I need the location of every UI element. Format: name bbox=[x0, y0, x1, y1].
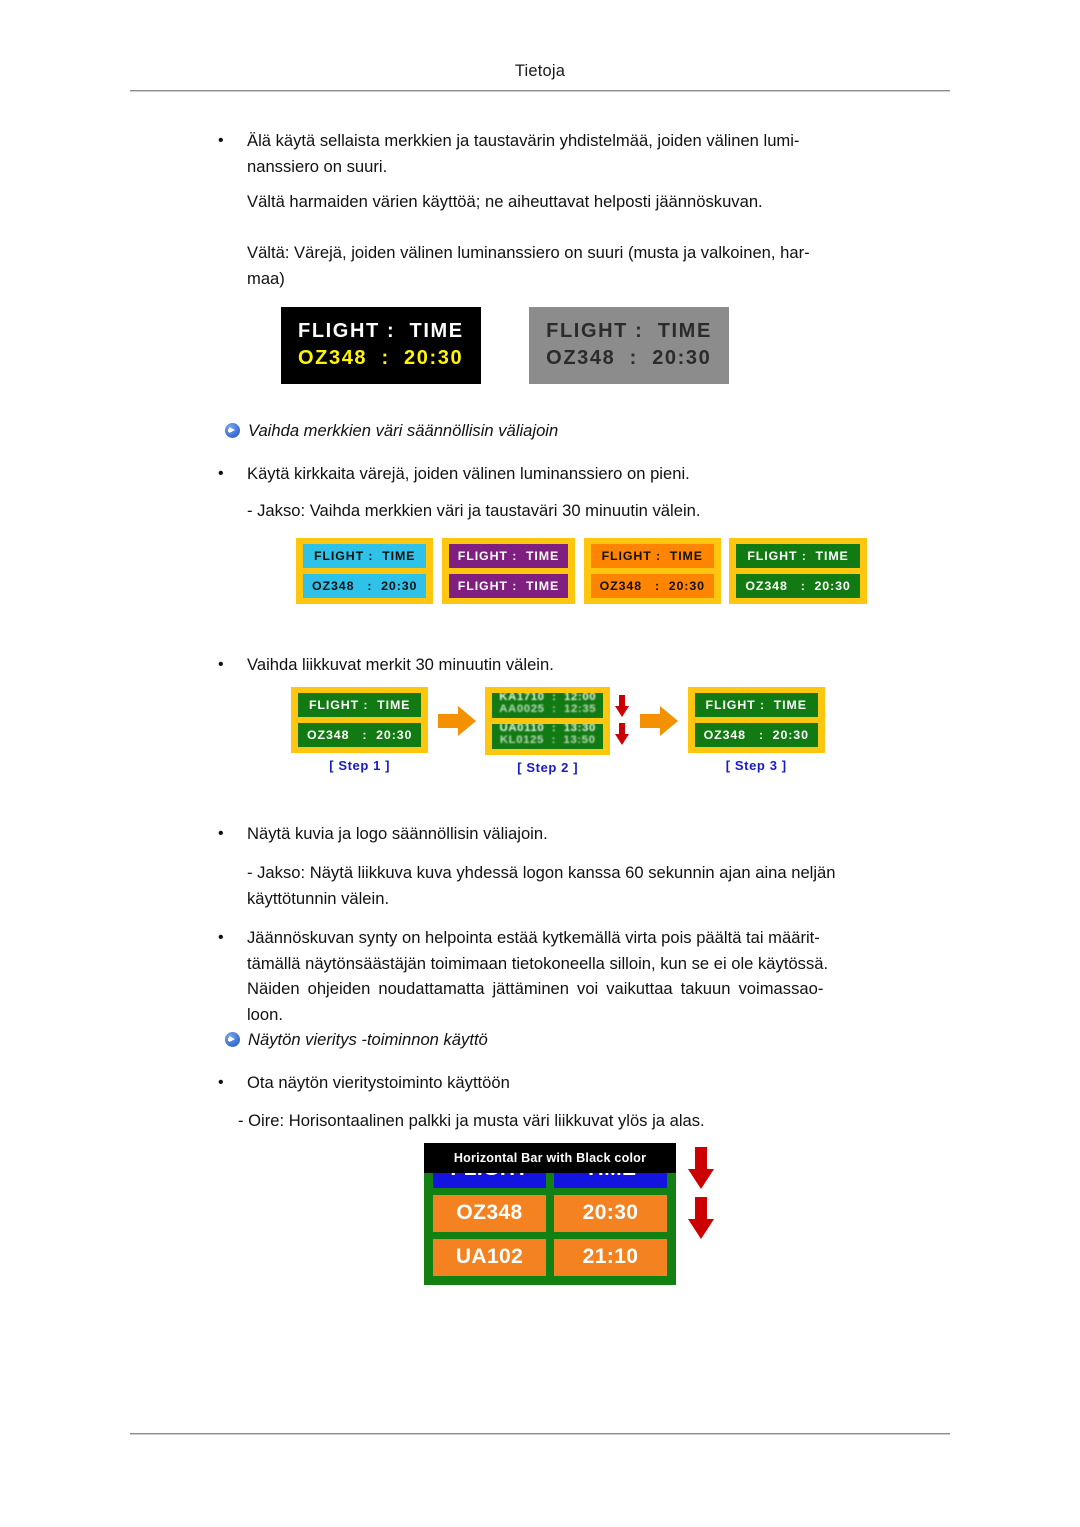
paragraph-1: Älä käytä sellaista merkkien ja taustavä… bbox=[247, 128, 902, 179]
paragraph-9-line-4: loon. bbox=[247, 1004, 283, 1024]
paragraph-4: Käytä kirkkaita värejä, joiden välinen l… bbox=[247, 464, 690, 483]
panel-cyan-row-2: OZ348 : 20:30 bbox=[303, 574, 427, 598]
step-2-scroll-top-line-2: AA0025 : 12:35 bbox=[499, 702, 597, 715]
step-3-panel: FLIGHT : TIME OZ348 : 20:30 bbox=[687, 687, 825, 753]
display-gray-row-data: OZ348 : 20:30 bbox=[546, 347, 712, 369]
paragraph-3-line-1: Vältä: Värejä, joiden välinen luminanssi… bbox=[247, 243, 810, 262]
step-3-group: FLIGHT : TIME OZ348 : 20:30 [ Step 3 ] bbox=[687, 687, 825, 773]
display-gray-row-header: FLIGHT : TIME bbox=[546, 320, 712, 342]
paragraph-5: - Jakso: Vaihda merkkien väri ja taustav… bbox=[247, 501, 701, 520]
red-scroll-arrows-group bbox=[614, 695, 631, 751]
page-header-title: Tietoja bbox=[514, 62, 566, 80]
bullet-marker: • bbox=[218, 825, 224, 842]
step-3-row-1: FLIGHT : TIME bbox=[694, 693, 818, 717]
flight-board-row: OZ348 20:30 bbox=[433, 1195, 667, 1232]
step-2-scroll-bottom-line-2: KL0125 : 13:50 bbox=[499, 733, 596, 746]
paragraph-2: Vältä harmaiden värien käyttöä; ne aiheu… bbox=[247, 192, 763, 211]
panel-cyan-row-1: FLIGHT : TIME bbox=[303, 544, 427, 568]
step-3-label: [ Step 3 ] bbox=[725, 758, 787, 773]
step-2-label: [ Step 2 ] bbox=[517, 760, 579, 775]
header-divider bbox=[130, 90, 950, 92]
step-1-row-1: FLIGHT : TIME bbox=[298, 693, 422, 717]
paragraph-11: - Oire: Horisontaalinen palkki ja musta … bbox=[238, 1111, 705, 1130]
horizontal-black-bar-label: Horizontal Bar with Black color bbox=[424, 1143, 676, 1173]
panel-green-row-1: FLIGHT : TIME bbox=[736, 544, 860, 568]
footer-divider bbox=[130, 1433, 950, 1435]
orange-arrow-right-icon bbox=[437, 706, 476, 736]
display-panel-black: FLIGHT : TIME OZ348 : 20:30 bbox=[281, 307, 481, 384]
flight-board-row-1-flight: OZ348 bbox=[433, 1195, 546, 1232]
bullet-marker: • bbox=[218, 132, 224, 149]
step-2-scroll-top: KA1710 : 12:00 AA0025 : 12:35 bbox=[492, 693, 604, 718]
step-2-scroll-bottom-line-1: UA0110 : 13:30 bbox=[499, 724, 596, 734]
paragraph-9: Jäännöskuvan synty on helpointa estää ky… bbox=[247, 925, 903, 1027]
paragraph-8: - Jakso: Näytä liikkuva kuva yhdessä log… bbox=[247, 860, 932, 911]
bullet-marker: • bbox=[218, 656, 224, 673]
paragraph-1-line-1: Älä käytä sellaista merkkien ja taustavä… bbox=[247, 131, 800, 150]
step-2-scroll-bottom: UA0110 : 13:30 KL0125 : 13:50 bbox=[492, 724, 604, 749]
display-black-row-header: FLIGHT : TIME bbox=[298, 320, 464, 342]
step-1-panel: FLIGHT : TIME OZ348 : 20:30 bbox=[291, 687, 429, 753]
flight-board-row-2-flight: UA102 bbox=[433, 1239, 546, 1276]
step-3-row-2: OZ348 : 20:30 bbox=[694, 723, 818, 747]
red-arrow-down-icon bbox=[688, 1147, 715, 1189]
flight-board-row-1-time: 20:30 bbox=[554, 1195, 667, 1232]
flight-board: FLIGHT TIME OZ348 20:30 UA102 21:10 Hori… bbox=[424, 1143, 676, 1285]
panel-purple-row-2: FLIGHT : TIME bbox=[448, 574, 569, 598]
paragraph-3: Vältä: Värejä, joiden välinen luminanssi… bbox=[247, 240, 902, 291]
section-heading-2: Näytön vieritys -toiminnon käyttö bbox=[248, 1030, 488, 1049]
paragraph-9-line-2: tämällä näytönsäästäjän toimimaan tietok… bbox=[247, 953, 829, 973]
color-panel-cyan: FLIGHT : TIME OZ348 : 20:30 bbox=[296, 538, 434, 604]
panel-purple-row-1: FLIGHT : TIME bbox=[448, 544, 569, 568]
flight-board-row: UA102 21:10 bbox=[433, 1239, 667, 1276]
panel-orange-row-2: OZ348 : 20:30 bbox=[590, 574, 714, 598]
paragraph-8-line-1: - Jakso: Näytä liikkuva kuva yhdessä log… bbox=[247, 863, 836, 882]
document-page: Tietoja • Älä käytä sellaista merkkien j… bbox=[0, 0, 1080, 1527]
bullet-marker: • bbox=[218, 465, 224, 482]
step-2-scroll-top-line-1: KA1710 : 12:00 bbox=[499, 693, 597, 703]
paragraph-9-line-1: Jäännöskuvan synty on helpointa estää ky… bbox=[247, 928, 820, 947]
scroll-direction-arrows bbox=[688, 1147, 715, 1247]
red-arrow-down-icon bbox=[688, 1197, 715, 1239]
paragraph-1-line-2: nanssiero on suuri. bbox=[247, 156, 388, 176]
red-arrow-down-icon bbox=[614, 695, 629, 718]
arrow-bullet-icon bbox=[225, 423, 240, 438]
flight-board-row-2-time: 21:10 bbox=[554, 1239, 667, 1276]
red-arrow-down-icon bbox=[614, 723, 629, 746]
step-1-label: [ Step 1 ] bbox=[329, 758, 391, 773]
section-heading-1: Vaihda merkkien väri säännöllisin väliaj… bbox=[248, 421, 559, 440]
bullet-marker: • bbox=[218, 1074, 224, 1091]
figure-color-rotation: FLIGHT : TIME OZ348 : 20:30 FLIGHT : TIM… bbox=[296, 538, 871, 610]
paragraph-9-line-3: Näiden ohjeiden noudattamatta jättäminen… bbox=[247, 979, 824, 998]
step-1-group: FLIGHT : TIME OZ348 : 20:30 [ Step 1 ] bbox=[291, 687, 429, 773]
arrow-bullet-icon bbox=[225, 1032, 240, 1047]
paragraph-3-line-2: maa) bbox=[247, 268, 285, 288]
display-panel-gray: FLIGHT : TIME OZ348 : 20:30 bbox=[529, 307, 729, 384]
orange-arrow-right-icon bbox=[640, 706, 679, 736]
paragraph-7: Näytä kuvia ja logo säännöllisin väliajo… bbox=[247, 824, 548, 843]
panel-green-row-2: OZ348 : 20:30 bbox=[736, 574, 860, 598]
paragraph-8-line-2: käyttötunnin välein. bbox=[247, 888, 390, 908]
figure-moving-characters-steps: FLIGHT : TIME OZ348 : 20:30 [ Step 1 ] K… bbox=[291, 687, 825, 775]
step-2-group: KA1710 : 12:00 AA0025 : 12:35 UA0110 : 1… bbox=[485, 687, 611, 775]
step-2-panel: KA1710 : 12:00 AA0025 : 12:35 UA0110 : 1… bbox=[485, 687, 611, 755]
step-1-row-2: OZ348 : 20:30 bbox=[298, 723, 422, 747]
figure-horizontal-bar-scroll: FLIGHT TIME OZ348 20:30 UA102 21:10 Hori… bbox=[424, 1143, 715, 1285]
figure-luminance-contrast: FLIGHT : TIME OZ348 : 20:30 FLIGHT : TIM… bbox=[281, 307, 729, 384]
paragraph-6: Vaihda liikkuvat merkit 30 minuutin väle… bbox=[247, 655, 554, 674]
color-panel-purple: FLIGHT : TIME FLIGHT : TIME bbox=[441, 538, 576, 604]
panel-orange-row-1: FLIGHT : TIME bbox=[590, 544, 714, 568]
color-panel-green: FLIGHT : TIME OZ348 : 20:30 bbox=[729, 538, 867, 604]
bullet-marker: • bbox=[218, 929, 224, 946]
color-panel-orange: FLIGHT : TIME OZ348 : 20:30 bbox=[583, 538, 721, 604]
paragraph-10: Ota näytön vieritystoiminto käyttöön bbox=[247, 1073, 510, 1092]
display-black-row-data: OZ348 : 20:30 bbox=[298, 347, 464, 369]
